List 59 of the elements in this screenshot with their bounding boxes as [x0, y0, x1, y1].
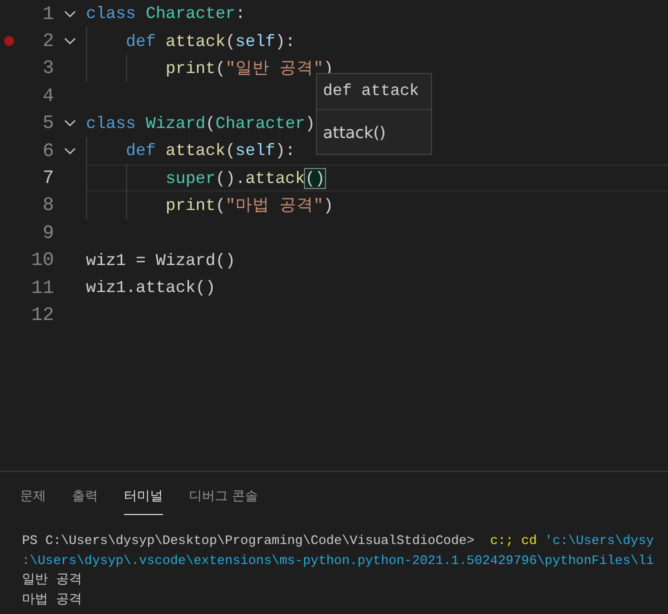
line-number: 2	[42, 30, 54, 52]
doc-text: attack()	[322, 122, 387, 144]
code-token: ):	[275, 32, 296, 51]
code-token: Character	[215, 114, 306, 133]
code-token: ().	[215, 168, 246, 188]
line-number: 7	[42, 167, 54, 190]
code-token: print	[166, 196, 216, 215]
line-number: 5	[42, 112, 54, 134]
line-number: 6	[42, 140, 54, 162]
terminal-text: :\Users\dysyp\.vscode\extensions\ms-python.python-2021.1.502429796\pythonFiles\li	[22, 552, 654, 568]
terminal-text: 'c:\Users\dysy	[544, 533, 654, 548]
line-number: 4	[42, 84, 54, 107]
code-token: wiz1 = Wizard()	[86, 250, 236, 270]
code-token: :	[235, 4, 246, 24]
line-number: 9	[42, 222, 54, 244]
indent-guide	[126, 54, 127, 82]
code-token: ()	[305, 168, 326, 188]
code-token: class	[86, 4, 136, 24]
chevron-down-icon[interactable]	[64, 37, 76, 46]
code-token: wiz1.attack()	[86, 278, 216, 298]
terminal-text: c:; cd	[489, 533, 538, 548]
code-token: (	[215, 196, 226, 215]
code-token: super	[166, 168, 216, 188]
line-number: 3	[42, 57, 54, 80]
code-token: ):	[275, 141, 296, 160]
code-token: attack	[164, 32, 226, 51]
chevron-down-icon[interactable]	[64, 146, 76, 155]
panel-tab[interactable]: 출력	[72, 484, 98, 515]
code-token: def	[126, 32, 156, 51]
panel-tab[interactable]: 문제	[20, 484, 46, 515]
line-number: 8	[42, 194, 54, 216]
panel-tab[interactable]: 디버그 콘솔	[189, 484, 258, 515]
code-token: class	[86, 114, 136, 133]
line-number: 12	[30, 304, 54, 326]
code-token: (	[206, 114, 216, 133]
code-token: attack	[245, 168, 306, 188]
code-token: self	[235, 141, 276, 160]
signature-text: def attack	[317, 74, 431, 110]
chevron-down-icon[interactable]	[64, 10, 76, 18]
terminal-text: PS C:\Users\dysyp\Desktop\Programing\Code\VisualStdioCode>	[22, 533, 476, 548]
code-token: (	[225, 141, 236, 160]
panel-tab[interactable]: 터미널	[124, 484, 163, 515]
chevron-down-icon[interactable]	[64, 119, 76, 128]
terminal-text: 마법 공격	[22, 592, 82, 607]
line-number: 10	[30, 249, 54, 272]
code-token: )	[323, 196, 334, 215]
code-token: Wizard	[144, 114, 206, 133]
code-token: Character	[144, 4, 236, 24]
code-token: def	[126, 141, 156, 160]
code-token: attack	[164, 141, 226, 160]
code-token: (	[215, 58, 226, 78]
code-token: print	[166, 58, 216, 78]
terminal-text: 일반 공격	[22, 572, 82, 588]
line-number: 1	[42, 2, 54, 25]
code-token: self	[235, 32, 276, 51]
code-token: (	[225, 32, 236, 51]
code-token: )	[305, 114, 316, 133]
code-token: "마법 공격"	[225, 195, 324, 216]
line-number: 11	[30, 276, 54, 299]
